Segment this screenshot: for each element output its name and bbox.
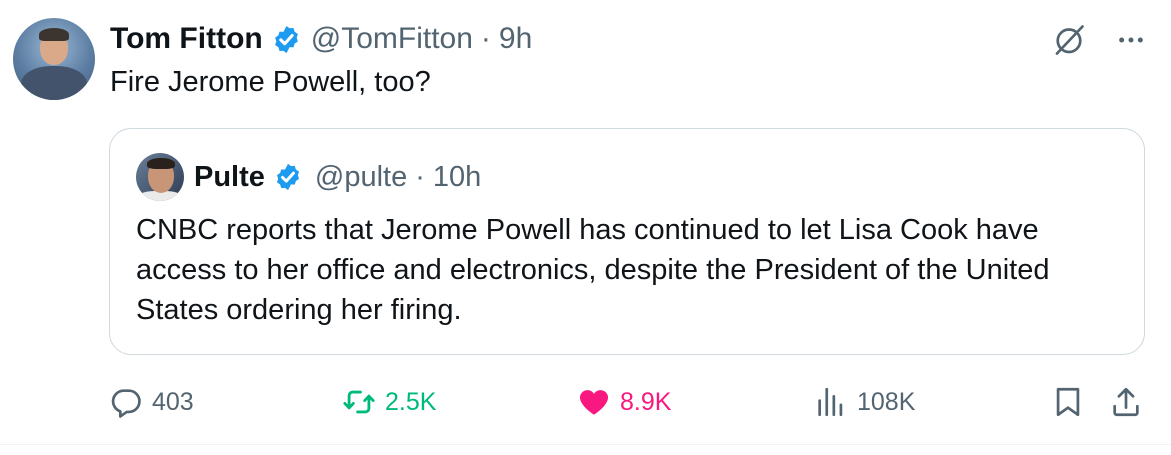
tweet-actions: 403 2.5K 8.9K 108K [109,382,1149,422]
like-button[interactable]: 8.9K [577,382,671,422]
author-avatar[interactable] [13,18,95,100]
share-icon[interactable] [1109,384,1143,420]
grok-icon[interactable] [1051,22,1087,58]
tweet-time[interactable]: 9h [499,22,532,56]
like-count: 8.9K [620,387,672,416]
author-handle[interactable]: @TomFitton [311,22,473,56]
reply-icon [111,389,141,418]
separator-dot: · [415,160,425,193]
quoted-author-handle: @pulte [314,160,408,193]
tweet-top-icons [1051,22,1147,58]
quoted-author-avatar[interactable] [136,153,184,201]
repost-count: 2.5K [385,387,437,416]
quoted-tweet-text: CNBC reports that Jerome Powell has cont… [136,214,1050,326]
views-count: 108K [857,387,916,416]
bookmark-icon[interactable] [1051,384,1085,420]
views-icon [818,387,843,417]
quoted-tweet-header: Pulte @pulte · 10h [194,159,481,195]
tweet-header: Tom Fitton @TomFitton · 9h [110,22,532,56]
repost-button[interactable]: 2.5K [342,382,436,422]
heart-icon [579,390,609,415]
reply-count: 403 [152,387,194,416]
repost-icon [343,390,375,414]
tweet-text: Fire Jerome Powell, too? [110,66,431,98]
views-button[interactable]: 108K [814,382,915,422]
separator-dot: · [480,22,491,55]
quoted-tweet-time: 10h [432,160,482,193]
verified-badge-icon [276,163,299,191]
author-name[interactable]: Tom Fitton [110,22,263,56]
tweet-divider [0,444,1171,445]
verified-badge-icon[interactable] [271,24,302,55]
quoted-author-name[interactable]: Pulte [194,161,265,194]
reply-button[interactable]: 403 [109,382,194,422]
more-icon[interactable] [1115,24,1147,56]
quoted-tweet[interactable]: Pulte @pulte · 10h CNBC reports that Jer… [109,128,1145,355]
